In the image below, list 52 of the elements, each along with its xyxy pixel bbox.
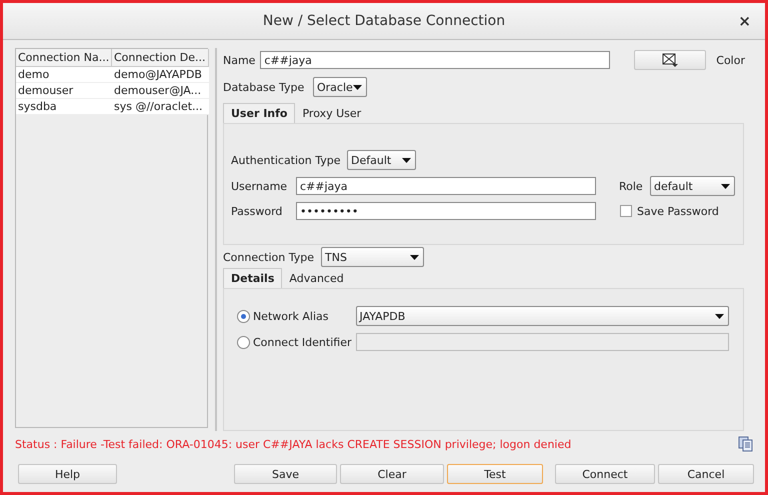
radio-button[interactable] [237,310,250,322]
role-dropdown[interactable]: default [650,176,735,196]
clear-button[interactable]: Clear [340,464,444,484]
authentication-type-label: Authentication Type [231,154,342,166]
column-header[interactable]: Connection De... [112,49,209,67]
network-alias-label: Network Alias [252,310,330,322]
database-type-dropdown[interactable]: Oracle [313,77,367,97]
tab[interactable]: Proxy User [295,104,368,123]
caret-icon [353,84,362,90]
username-field[interactable]: c##jaya [296,177,596,195]
caret-icon [410,254,419,260]
name-label: Name [223,54,256,66]
window-title: New / Select Database Connection [262,13,506,29]
connect-identifier-label: Connect Identifier [252,336,352,348]
close-button[interactable]: × [738,12,751,30]
caret-icon [402,158,411,162]
color-label: Color [716,54,745,66]
username-label: Username [231,180,288,192]
radio-button[interactable] [237,336,250,348]
color-button[interactable] [634,50,706,70]
database-type-label: Database Type [223,80,306,94]
connection-type-label: Connection Type [223,250,316,264]
role-label: Role [619,180,644,192]
test-button[interactable]: Test [447,464,543,484]
status-message: Status : Failure -Test failed: ORA-01045: user C##JAYA lacks CREATE SESSION privilege; logon denied [15,438,572,450]
name-field[interactable]: c##jaya [260,51,610,69]
save-button[interactable]: Save [234,464,337,484]
tab[interactable]: User Info [223,103,296,123]
connect-identifier-field[interactable] [356,333,729,351]
help-button[interactable]: Help [18,464,117,484]
caret-icon [721,184,730,188]
connect-button[interactable]: Connect [555,464,655,484]
save-password-label: Save Password [637,204,719,218]
tab[interactable]: Details [223,268,282,288]
table-cell: demo [16,67,112,83]
caret-icon [715,314,724,318]
column-header[interactable]: Connection Na... [16,49,112,67]
table-cell: demouser [16,83,112,99]
checkbox[interactable] [620,205,632,217]
password-label: Password [231,204,284,218]
table-cell: demouser@JA... [112,83,209,99]
cancel-button[interactable]: Cancel [658,464,754,484]
connection-type-dropdown[interactable]: TNS [321,247,424,267]
color-swatch-icon [662,53,678,67]
table-cell: sys @//oraclet... [112,99,209,115]
password-field[interactable]: ••••••••• [296,202,596,220]
table-cell: demo@JAYAPDB [112,67,209,83]
table-cell: sysdba [16,99,112,115]
tab[interactable]: Advanced [282,269,351,288]
authentication-type-dropdown[interactable]: Default [347,150,416,170]
copy-icon[interactable] [738,436,753,452]
network-alias-dropdown[interactable]: JAYAPDB [356,306,729,326]
